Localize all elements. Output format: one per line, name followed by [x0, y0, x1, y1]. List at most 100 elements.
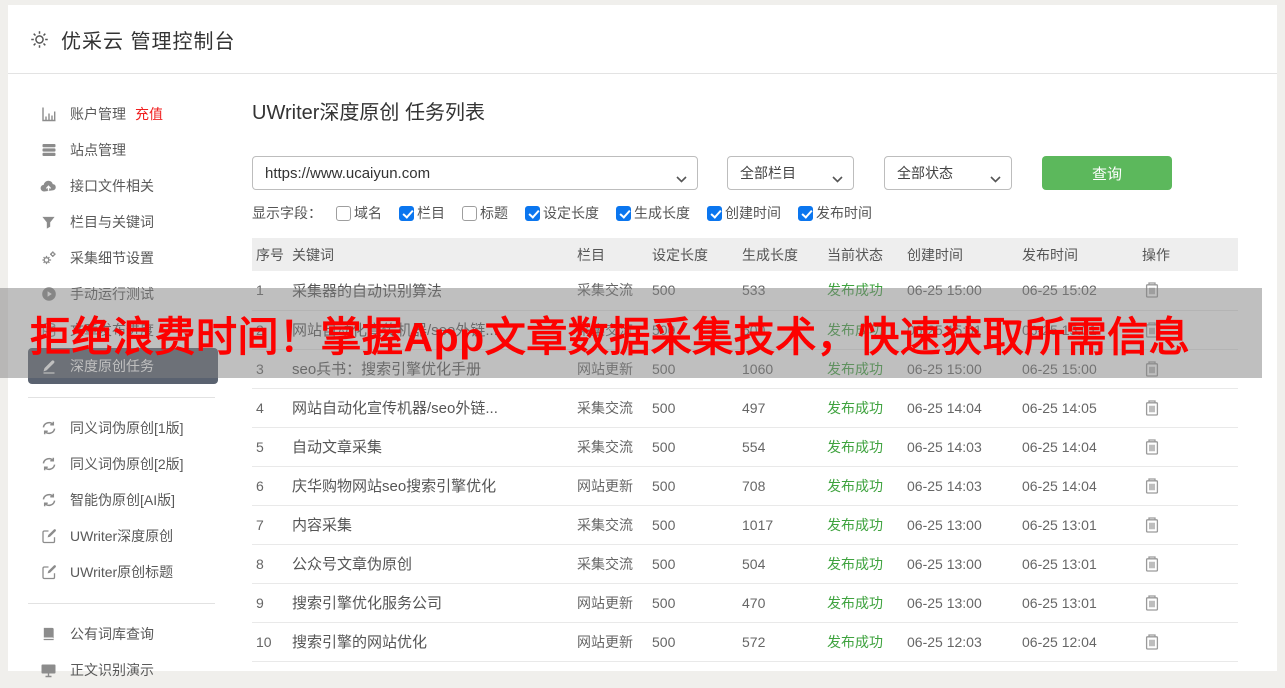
field-checkbox-label: 域名	[354, 203, 382, 223]
cell-status: 发布成功	[823, 427, 903, 466]
delete-button[interactable]	[1142, 514, 1162, 536]
cell-published: 06-25 14:05	[1018, 388, 1138, 427]
cell-actions	[1138, 544, 1238, 583]
field-checkbox[interactable]	[525, 206, 540, 221]
cell-actions	[1138, 622, 1238, 661]
cell-column: 采集交流	[573, 388, 648, 427]
field-checkbox[interactable]	[616, 206, 631, 221]
column-header: 发布时间	[1018, 238, 1138, 271]
column-header: 设定长度	[648, 238, 738, 271]
cell-published: 06-25 14:04	[1018, 466, 1138, 505]
chevron-down-icon	[676, 170, 687, 187]
gears-icon	[40, 250, 57, 267]
site-select-value: https://www.ucaiyun.com	[265, 165, 430, 182]
column-header: 关键词	[288, 238, 573, 271]
column-select-value: 全部栏目	[740, 163, 796, 183]
sidebar-item[interactable]: 栏目与关键词	[28, 204, 218, 240]
display-field-option[interactable]: 发布时间	[798, 203, 872, 223]
book-icon	[40, 626, 57, 643]
cell-actions	[1138, 388, 1238, 427]
cell-gen-length: 1017	[738, 505, 823, 544]
page: { "header": { "title": "优采云 管理控制台" }, "s…	[0, 0, 1285, 671]
cell-no: 7	[252, 505, 288, 544]
delete-button[interactable]	[1142, 397, 1162, 419]
display-fields-label: 显示字段：	[252, 203, 322, 223]
cell-set-length: 500	[648, 466, 738, 505]
cell-set-length: 500	[648, 583, 738, 622]
sidebar-item[interactable]: 采集细节设置	[28, 240, 218, 276]
sidebar-item-label: 采集细节设置	[70, 248, 154, 268]
field-checkbox-label: 生成长度	[634, 203, 690, 223]
display-field-option[interactable]: 创建时间	[707, 203, 781, 223]
search-button[interactable]: 查询	[1042, 156, 1172, 190]
column-select[interactable]: 全部栏目	[727, 156, 854, 190]
delete-button[interactable]	[1142, 475, 1162, 497]
cell-published: 06-25 14:04	[1018, 427, 1138, 466]
cell-set-length: 500	[648, 388, 738, 427]
delete-button[interactable]	[1142, 436, 1162, 458]
sidebar-item[interactable]: 接口文件相关	[28, 168, 218, 204]
cell-no: 8	[252, 544, 288, 583]
field-checkbox[interactable]	[336, 206, 351, 221]
field-checkbox-label: 设定长度	[543, 203, 599, 223]
sidebar-item-label: 公有词库查询	[70, 624, 154, 644]
sidebar-item-label: 账户管理	[70, 104, 126, 124]
column-header: 创建时间	[903, 238, 1018, 271]
display-field-option[interactable]: 标题	[462, 203, 508, 223]
sidebar-item[interactable]: UWriter原创标题	[28, 554, 218, 590]
edit-square-icon	[40, 564, 57, 581]
field-checkbox[interactable]	[798, 206, 813, 221]
sidebar-item-label: 同义词伪原创[1版]	[70, 418, 184, 438]
sidebar-item[interactable]: 账户管理充值	[28, 96, 218, 132]
delete-button[interactable]	[1142, 592, 1162, 614]
delete-button[interactable]	[1142, 553, 1162, 575]
sidebar-item[interactable]: UWriter深度原创	[28, 518, 218, 554]
cell-published: 06-25 13:01	[1018, 544, 1138, 583]
sidebar-item[interactable]: 正文识别演示	[28, 652, 218, 688]
column-header: 序号	[252, 238, 288, 271]
display-field-option[interactable]: 设定长度	[525, 203, 599, 223]
cell-published: 06-25 12:04	[1018, 622, 1138, 661]
cell-keyword: 网站自动化宣传机器/seo外链...	[288, 388, 573, 427]
sidebar-item[interactable]: 站点管理	[28, 132, 218, 168]
cell-created: 06-25 14:03	[903, 427, 1018, 466]
sidebar-item[interactable]: 同义词伪原创[1版]	[28, 410, 218, 446]
cell-no: 4	[252, 388, 288, 427]
sidebar-item[interactable]: 智能伪原创[AI版]	[28, 482, 218, 518]
display-fields-list: 域名 栏目标题 设定长度 生成长度创建时间发布时间	[336, 203, 889, 223]
table-row: 8公众号文章伪原创采集交流500504发布成功06-25 13:0006-25 …	[252, 544, 1238, 583]
cloud-upload-icon	[40, 178, 57, 195]
cell-actions	[1138, 583, 1238, 622]
field-checkbox[interactable]	[707, 206, 722, 221]
cell-column: 网站更新	[573, 583, 648, 622]
sidebar-item[interactable]: 公有词库查询	[28, 616, 218, 652]
field-checkbox[interactable]	[462, 206, 477, 221]
table-row: 9搜索引擎优化服务公司网站更新500470发布成功06-25 13:0006-2…	[252, 583, 1238, 622]
display-field-option[interactable]: 栏目	[399, 203, 445, 223]
cell-status: 发布成功	[823, 583, 903, 622]
field-checkbox-label: 栏目	[417, 203, 445, 223]
cell-gen-length: 572	[738, 622, 823, 661]
display-fields-row: 显示字段： 域名 栏目标题 设定长度 生成长度创建时间发布时间	[252, 204, 1238, 222]
refresh-icon	[40, 420, 57, 437]
cell-set-length: 500	[648, 544, 738, 583]
cell-actions	[1138, 505, 1238, 544]
status-select[interactable]: 全部状态	[884, 156, 1012, 190]
column-header: 当前状态	[823, 238, 903, 271]
delete-button[interactable]	[1142, 631, 1162, 653]
display-field-option[interactable]: 域名	[336, 203, 382, 223]
field-checkbox[interactable]	[399, 206, 414, 221]
chevron-down-icon	[832, 170, 843, 186]
cell-set-length: 500	[648, 622, 738, 661]
cell-set-length: 500	[648, 427, 738, 466]
site-select[interactable]: https://www.ucaiyun.com	[252, 156, 698, 190]
page-title: UWriter深度原创 任务列表	[252, 100, 1238, 126]
display-field-option[interactable]: 生成长度	[616, 203, 690, 223]
table-row: 7内容采集采集交流5001017发布成功06-25 13:0006-25 13:…	[252, 505, 1238, 544]
sidebar-item-label: 智能伪原创[AI版]	[70, 490, 175, 510]
gear-icon	[30, 30, 49, 49]
sidebar-item[interactable]: 同义词伪原创[2版]	[28, 446, 218, 482]
cell-status: 发布成功	[823, 505, 903, 544]
recharge-badge[interactable]: 充值	[135, 104, 163, 124]
refresh-icon	[40, 456, 57, 473]
